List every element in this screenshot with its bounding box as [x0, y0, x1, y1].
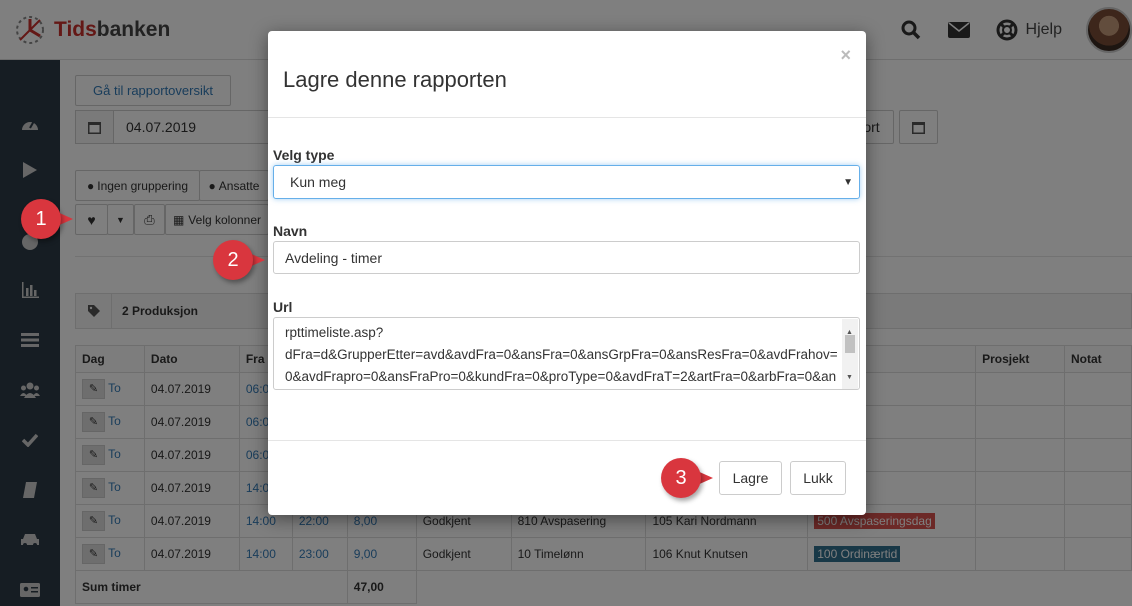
type-select[interactable]: Kun meg ▼: [273, 165, 860, 199]
type-select-value: Kun meg: [290, 174, 347, 190]
save-button[interactable]: Lagre: [719, 461, 782, 495]
textarea-scrollbar[interactable]: ▲ ▼: [842, 319, 858, 389]
annotation-marker-3: 3: [661, 458, 713, 498]
close-icon[interactable]: ×: [840, 45, 851, 66]
modal-footer: Lagre Lukk: [268, 440, 866, 515]
name-label: Navn: [273, 223, 308, 239]
annotation-marker-2: 2: [213, 240, 265, 280]
save-report-modal: Lagre denne rapporten × Velg type Kun me…: [268, 31, 866, 515]
scrollbar-thumb[interactable]: [845, 335, 855, 353]
close-button[interactable]: Lukk: [790, 461, 846, 495]
url-label: Url: [273, 299, 293, 315]
name-input[interactable]: Avdeling - timer: [273, 241, 860, 274]
modal-title: Lagre denne rapporten: [283, 67, 507, 92]
modal-header: Lagre denne rapporten ×: [268, 31, 866, 118]
type-label: Velg type: [273, 147, 335, 163]
url-textarea-value: rpttimeliste.asp? dFra=d&GrupperEtter=av…: [285, 325, 838, 384]
url-textarea[interactable]: rpttimeliste.asp? dFra=d&GrupperEtter=av…: [273, 317, 860, 390]
name-input-value: Avdeling - timer: [285, 249, 383, 266]
caret-down-icon: ▼: [843, 177, 853, 188]
annotation-marker-1: 1: [21, 199, 73, 239]
